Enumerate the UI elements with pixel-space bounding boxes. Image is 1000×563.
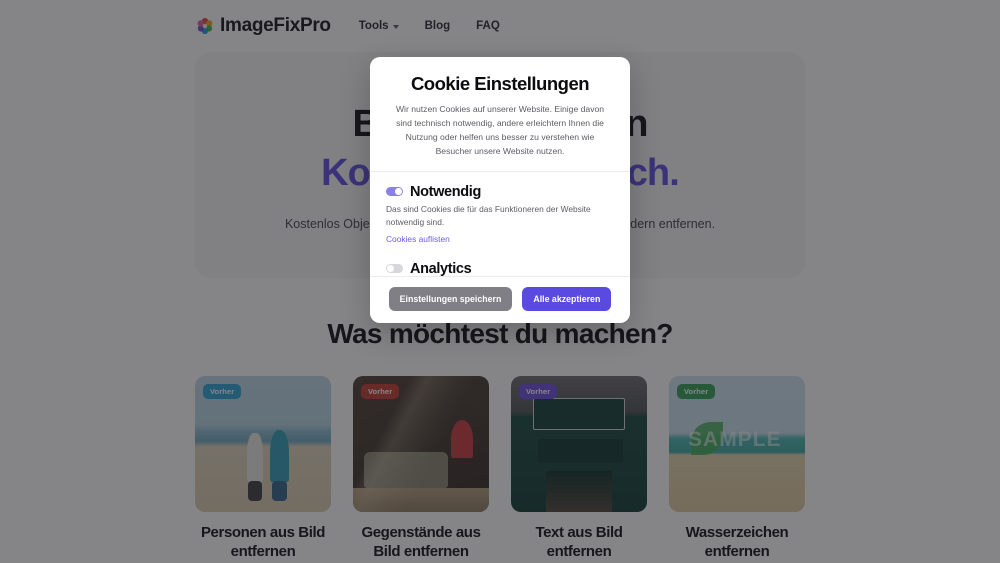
- cookie-category-analytics: Analytics Cookies auflisten: [386, 261, 614, 276]
- dialog-header: Cookie Einstellungen Wir nutzen Cookies …: [370, 57, 630, 172]
- dialog-footer: Einstellungen speichern Alle akzeptieren: [370, 276, 630, 323]
- cookie-category-title: Notwendig: [410, 183, 481, 200]
- save-settings-button[interactable]: Einstellungen speichern: [388, 287, 513, 311]
- dialog-title: Cookie Einstellungen: [410, 73, 590, 94]
- accept-all-button[interactable]: Alle akzeptieren: [522, 287, 612, 311]
- dialog-description: Wir nutzen Cookies auf unserer Website. …: [395, 104, 605, 156]
- cookie-settings-dialog: Cookie Einstellungen Wir nutzen Cookies …: [370, 57, 630, 323]
- cookie-category-header: Notwendig: [386, 184, 614, 200]
- cookie-category-description: Das sind Cookies die für das Funktionere…: [386, 203, 591, 227]
- cookie-category-necessary: Notwendig Das sind Cookies die für das F…: [386, 184, 614, 247]
- toggle-necessary[interactable]: [386, 187, 403, 197]
- cookie-category-title: Analytics: [410, 260, 472, 276]
- toggle-analytics[interactable]: [386, 264, 403, 274]
- dialog-body: Notwendig Das sind Cookies die für das F…: [370, 172, 630, 276]
- list-cookies-link-necessary[interactable]: Cookies auflisten: [386, 234, 450, 244]
- cookie-category-header: Analytics: [386, 261, 614, 276]
